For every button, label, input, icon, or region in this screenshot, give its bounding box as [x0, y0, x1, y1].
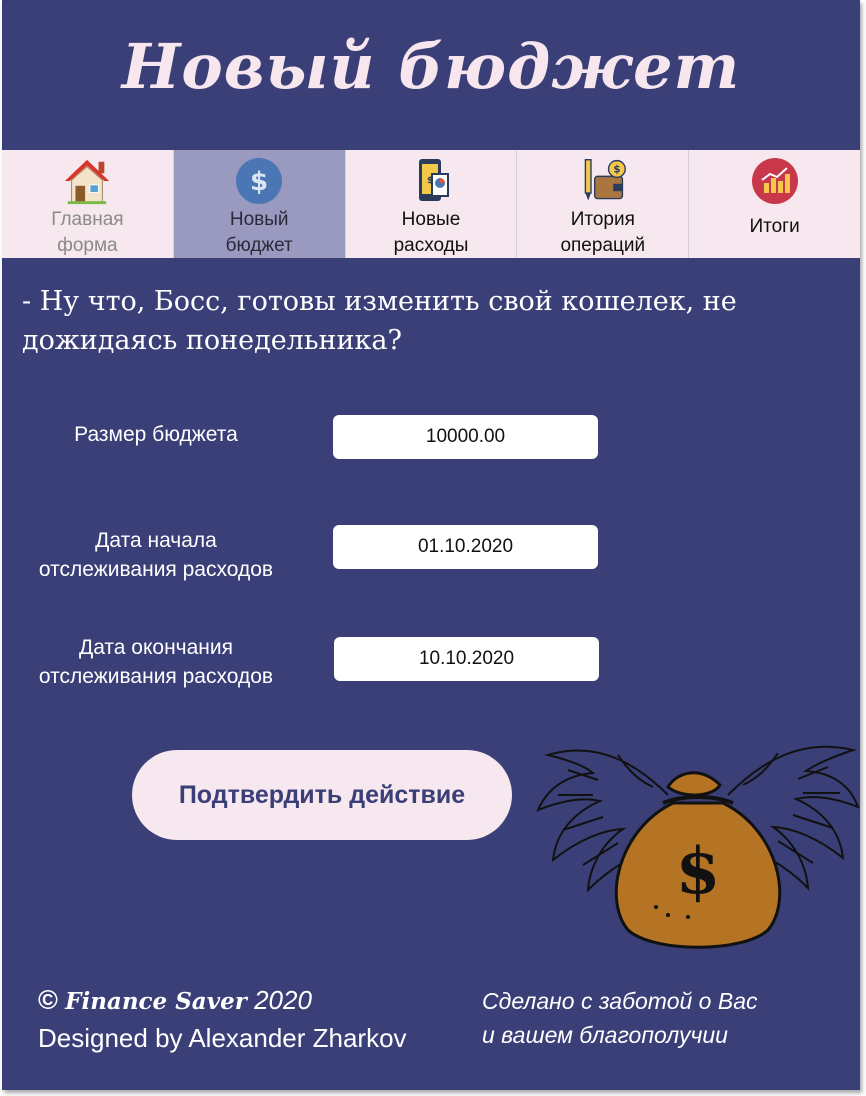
phone-payment-icon: $: [406, 156, 456, 206]
end-date-input[interactable]: [334, 637, 599, 681]
svg-text:$: $: [427, 176, 433, 186]
nav-label-totals: Итоги: [749, 216, 800, 237]
nav-label-new-budget: Новый бюджет: [225, 209, 293, 256]
footer-credits: © Finance Saver 2020 Designed by Alexand…: [38, 982, 407, 1056]
dollar-coin-icon: $: [234, 156, 284, 206]
designer-credit: Designed by Alexander Zharkov: [38, 1023, 407, 1053]
copyright-year: 2020: [254, 985, 312, 1015]
budget-size-input[interactable]: [333, 415, 598, 459]
end-date-label: Дата окончания отслеживания расходов: [38, 636, 274, 688]
footer-tagline: Сделано с заботой о Вас и вашем благопол…: [482, 988, 758, 1048]
brand-name: Finance Saver: [65, 988, 247, 1015]
nav-label-history: Итория операций: [560, 209, 646, 256]
budget-size-label: Размер бюджета: [74, 423, 238, 446]
navigation-bar: Главная форма $ Новый бюджет $ Новые рас…: [2, 150, 860, 258]
svg-text:$: $: [613, 165, 620, 176]
chart-up-icon: [750, 156, 800, 206]
nav-item-totals[interactable]: Итоги: [689, 150, 860, 258]
nav-item-new-budget[interactable]: $ Новый бюджет: [173, 150, 346, 258]
nav-item-new-expenses[interactable]: $ Новые расходы: [346, 150, 518, 258]
svg-text:$: $: [250, 167, 268, 197]
app-window: Новый бюджет Главная форма $ Новый бюдже…: [2, 0, 860, 1090]
copyright-symbol: ©: [38, 985, 58, 1015]
prompt-question: - Ну что, Босс, готовы изменить свой кош…: [22, 286, 737, 356]
nav-label-new-expenses: Новые расходы: [393, 209, 469, 256]
house-icon: [62, 156, 112, 206]
nav-label-home: Главная форма: [51, 209, 124, 256]
nav-item-home[interactable]: Главная форма: [2, 150, 174, 258]
wallet-pencil-icon: $: [578, 156, 628, 206]
svg-text:$: $: [676, 834, 721, 909]
start-date-label: Дата начала отслеживания расходов: [38, 529, 274, 581]
winged-money-bag-illustration: $: [528, 725, 862, 955]
nav-item-history[interactable]: $ Итория операций: [517, 150, 690, 258]
confirm-action-button[interactable]: Подтвердить действие: [132, 750, 512, 840]
page-title: Новый бюджет: [121, 30, 741, 103]
start-date-input[interactable]: [333, 525, 598, 569]
